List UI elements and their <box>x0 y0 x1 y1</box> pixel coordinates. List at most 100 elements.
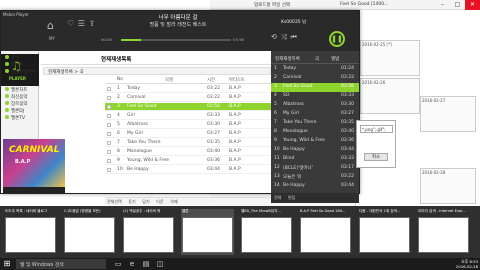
browser-tab-title[interactable]: 업로드할 파일 선택 <box>254 2 290 8</box>
download-button[interactable]: 다운 <box>156 199 163 205</box>
row-artist: B.A.P <box>229 86 241 91</box>
row-checkbox[interactable] <box>107 122 111 129</box>
table-row[interactable]: 5 Albatross 03:30 B.A.P <box>105 121 271 129</box>
task-thumbnail[interactable]: C:\도움말 (명령을 모든) <box>63 209 116 255</box>
search-input[interactable]: 웹 및 Windows 검색 <box>16 259 106 269</box>
close-icon[interactable]: ✕ <box>465 0 480 10</box>
edge-icon[interactable]: e <box>126 259 138 269</box>
sidebar-item-nowplaying[interactable]: 현재재생목록 <box>5 69 36 75</box>
image-card[interactable]: 2016-02-28 <box>420 168 476 204</box>
list-icon[interactable]: ☰ <box>78 19 85 28</box>
cancel-button[interactable]: 취소 <box>364 153 388 161</box>
image-card[interactable]: 2016-02-26 <box>360 78 420 114</box>
folder-icon[interactable]: ▤ <box>140 259 152 269</box>
right-list-item[interactable]: 9 Young, Wild & Free 03:36 <box>271 137 359 146</box>
right-list-item[interactable]: 8 Monologue 03:40 <box>271 128 359 137</box>
right-all-button[interactable]: 전체 <box>274 195 281 201</box>
browser-right-tab[interactable]: Feel So Good [1400... <box>340 2 388 7</box>
right-list-item[interactable]: 3 Feel So Good 03:56 <box>271 83 359 92</box>
repeat-icon[interactable]: ⟲ <box>271 33 277 42</box>
album-art[interactable]: CARNIVAL B.A.P <box>3 139 65 187</box>
listen-button[interactable]: 듣기 <box>128 199 135 205</box>
pause-button[interactable]: ❚❚ <box>329 31 345 47</box>
heart-icon[interactable]: ♡ <box>67 19 74 28</box>
task-thumbnail[interactable]: 도도우 목록 : 네이버 블로그 <box>4 209 57 255</box>
right-list-item[interactable]: 2 Carnival 03:22 <box>271 74 359 83</box>
right-tab-nowplaying[interactable]: 현재재생목록 <box>275 56 300 62</box>
table-row[interactable]: 2 Carnival 03:22 B.A.P <box>105 94 271 102</box>
row-checkbox[interactable] <box>107 131 111 138</box>
task-thumbnail[interactable]: B.A.P Feel So Good 160... <box>299 209 352 255</box>
right-list-item[interactable]: 10 Be Happy 03:44 <box>271 146 359 155</box>
prev-icon[interactable]: ⏮ <box>290 33 296 42</box>
select-all-button[interactable]: 전체선택 <box>107 199 122 205</box>
table-row[interactable]: 10 Be Happy 03:44 B.A.P <box>105 166 271 174</box>
task-thumbnail[interactable]: 다음 - 대한민국 1위 검색... <box>358 209 411 255</box>
right-list-item[interactable]: 11 Blind 03:33 <box>271 155 359 164</box>
task-view-icon[interactable]: ▭ <box>112 259 124 269</box>
sidebar-item-dj[interactable]: 멜론DJ <box>5 108 24 114</box>
sidebar-item-life[interactable]: 라이프 <box>5 62 23 68</box>
file-type-input[interactable]: *.png";.gif"; <box>360 125 393 133</box>
nav-my[interactable]: ⌂ MY <box>39 14 67 46</box>
right-list-item[interactable]: 6 My Girl 03:27 <box>271 110 359 119</box>
sidebar-item-tv[interactable]: 멜론TV <box>5 115 25 121</box>
right-list-item[interactable]: 1 Today 01:24 <box>271 65 359 74</box>
right-list-item[interactable]: 4 SO 03:33 <box>271 92 359 101</box>
row-number: 2 <box>117 95 120 100</box>
delete-button[interactable]: 삭제 <box>170 199 177 205</box>
sidebar-item-news[interactable]: 소식 <box>5 55 19 61</box>
right-list-item[interactable]: 7 Take You There 03:35 <box>271 119 359 128</box>
row-checkbox[interactable] <box>107 104 111 111</box>
progress-bar[interactable] <box>121 39 231 41</box>
mini-controls[interactable] <box>3 187 65 193</box>
nav-player-label: PLAYER <box>9 76 26 81</box>
row-checkbox[interactable] <box>107 167 111 174</box>
sidebar-item-new[interactable]: 최신음악 <box>5 94 28 100</box>
task-thumbnail[interactable]: 멜론 <box>181 209 234 255</box>
col-title[interactable]: 곡명 <box>165 77 173 83</box>
image-card[interactable]: 2016-02-25 [*] <box>360 40 420 76</box>
table-row[interactable]: 9 Young, Wild & Free 03:36 B.A.P <box>105 157 271 165</box>
right-list-item[interactable]: 14 Be Happy 03:44 <box>271 182 359 191</box>
table-row[interactable]: 1 Today 03:22 B.A.P <box>105 85 271 93</box>
right-list-item[interactable]: 13 오늘은 뭐 03:22 <box>271 173 359 182</box>
col-no[interactable]: No <box>117 77 123 82</box>
row-checkbox[interactable] <box>107 113 111 120</box>
right-list-item[interactable]: 12 (BCLE)'벗어나' 03:17 <box>271 164 359 173</box>
right-tab-song[interactable]: 곡 <box>315 56 319 62</box>
table-row[interactable]: 4 Girl 03:33 B.A.P <box>105 112 271 120</box>
table-row[interactable]: 7 Take You There 03:35 B.A.P <box>105 139 271 147</box>
maximize-icon[interactable]: □ <box>450 0 465 10</box>
right-row-time: 03:44 <box>341 183 354 188</box>
table-row[interactable]: 8 Monologue 03:40 B.A.P <box>105 148 271 156</box>
col-artist[interactable]: 아티스트 <box>229 77 245 83</box>
share-icon[interactable]: ⇪ <box>89 19 96 28</box>
row-checkbox[interactable] <box>107 140 111 147</box>
minimize-icon[interactable]: – <box>435 0 450 10</box>
right-edit-button[interactable]: 편집 <box>288 195 295 201</box>
windows-start-icon[interactable]: ⊞ <box>2 259 12 269</box>
table-row[interactable]: 3 Feel So Good 03:56 B.A.P <box>105 103 271 111</box>
account-name[interactable]: Ks00035 님 <box>281 19 306 25</box>
row-checkbox[interactable] <box>107 95 111 102</box>
store-icon[interactable]: ◫ <box>154 259 166 269</box>
row-checkbox[interactable] <box>107 149 111 156</box>
task-thumbnail[interactable]: 멜B0_The ShowB뮤직... <box>240 209 293 255</box>
clock[interactable]: 오후 8:33 2016-02-28 <box>446 259 478 269</box>
shuffle-icon[interactable]: ⤨ <box>281 33 287 42</box>
row-checkbox[interactable] <box>107 86 111 93</box>
tab-nowplaying[interactable]: 현재재생목록 <box>101 55 131 63</box>
right-list-item[interactable]: 5 Albatross 03:30 <box>271 101 359 110</box>
task-thumbnail[interactable]: 이미지 검색 - Internet Expl... <box>417 209 470 255</box>
add-button[interactable]: 담기 <box>142 199 149 205</box>
image-card[interactable]: 2016-02-27 <box>420 96 476 132</box>
right-row-time: 03:40 <box>341 129 354 134</box>
col-time[interactable]: 시간 <box>207 77 215 83</box>
right-tab-album[interactable]: 앨범 <box>331 56 339 62</box>
table-row[interactable]: 6 My Girl 03:27 B.A.P <box>105 130 271 138</box>
sidebar-item-genre[interactable]: 장르음악 <box>5 101 28 107</box>
row-checkbox[interactable] <box>107 158 111 165</box>
task-thumbnail[interactable]: (2) 백설공주 : 네이버 뭐 <box>122 209 175 255</box>
sidebar-item-chart[interactable]: 멜론차트 <box>5 87 28 93</box>
